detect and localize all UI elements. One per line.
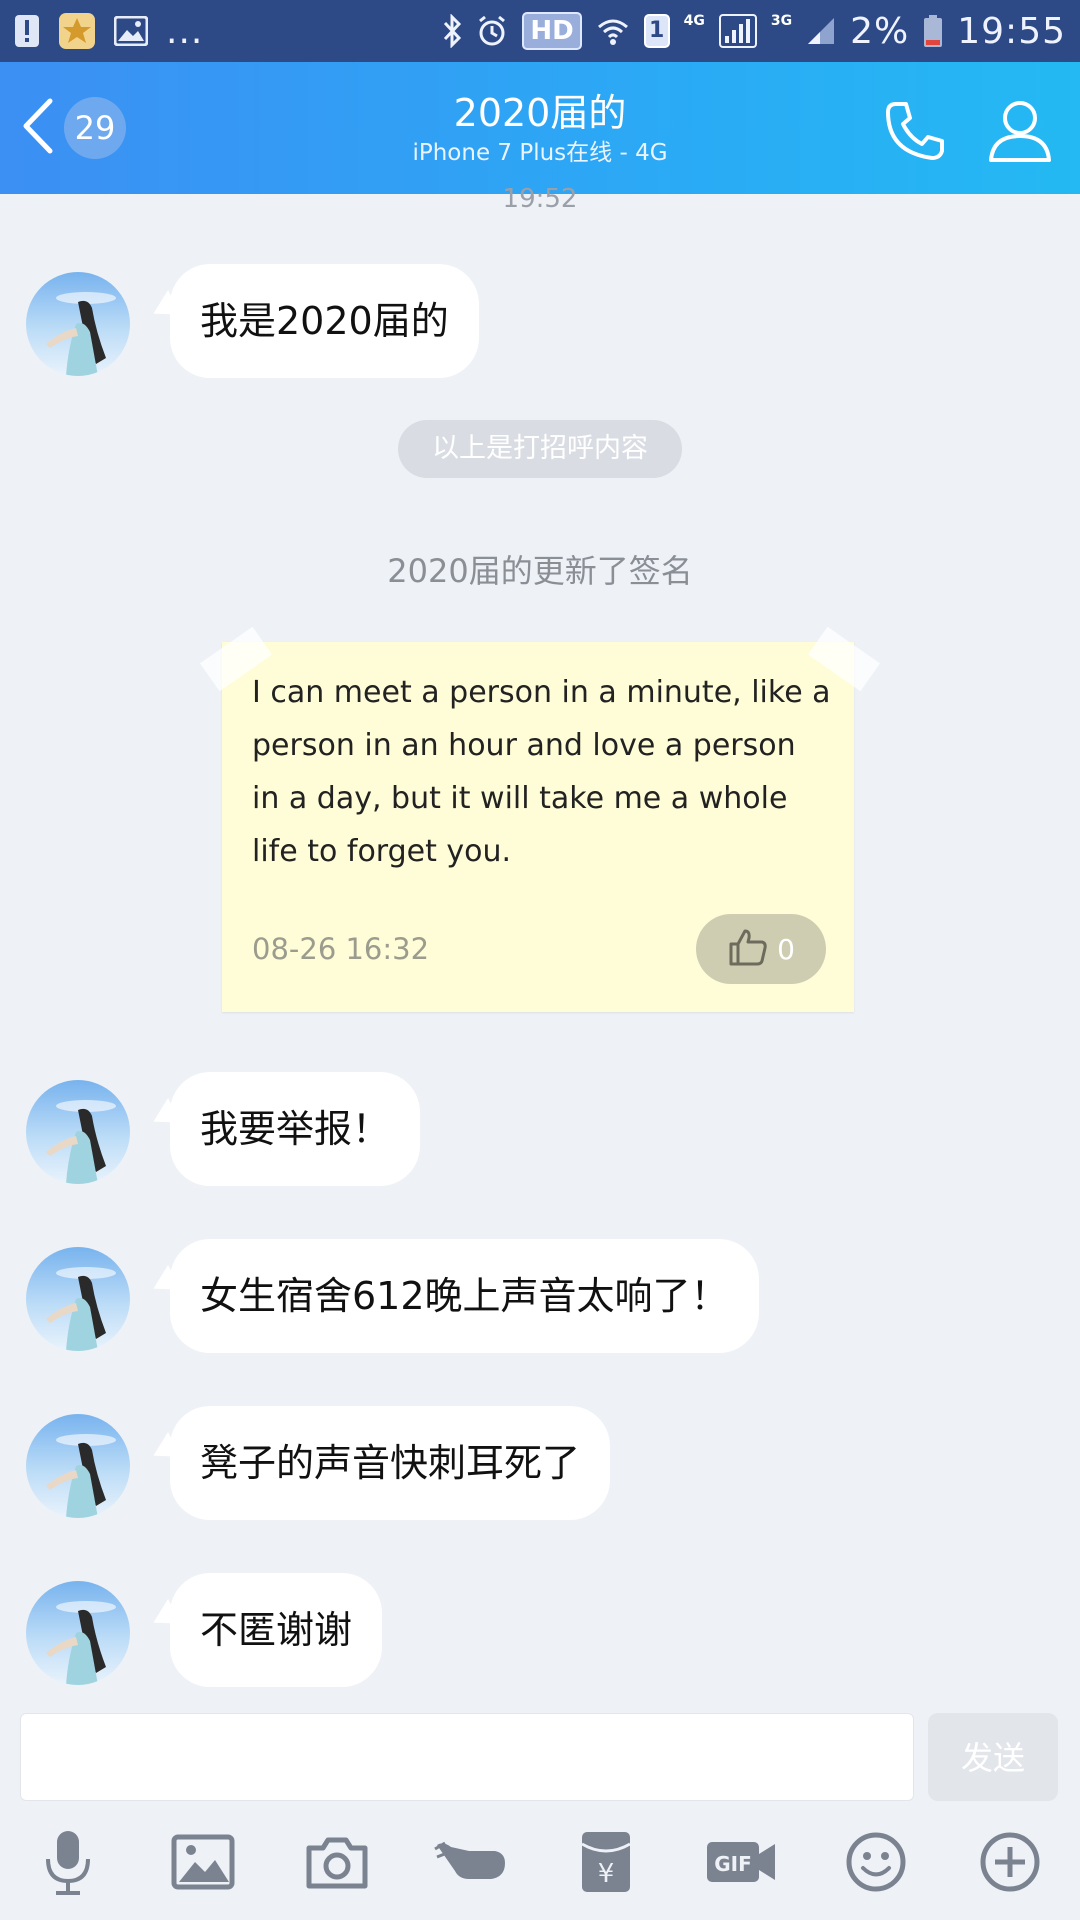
svg-text:¥: ¥ — [598, 1859, 615, 1889]
microphone-icon — [38, 1827, 98, 1901]
voice-input-button[interactable] — [28, 1824, 108, 1904]
chat-header: 29 2020届的 iPhone 7 Plus在线 - 4G — [0, 62, 1080, 194]
message-bubble[interactable]: 我是2020届的 — [170, 264, 479, 378]
gallery-notification-icon — [114, 16, 148, 46]
status-bar: ... HD 1 4G 3G 2% 19:55 — [0, 0, 1080, 62]
avatar[interactable] — [26, 1080, 130, 1184]
emoji-button[interactable] — [836, 1824, 916, 1904]
alert-notification-icon — [14, 14, 40, 48]
bluetooth-icon — [442, 14, 462, 48]
input-toolbar: ¥ GIF — [0, 1818, 1080, 1918]
plus-icon — [979, 1831, 1041, 1897]
gif-icon: GIF — [705, 1838, 777, 1890]
camera-icon — [305, 1834, 369, 1894]
message-bubble[interactable]: 不匿谢谢 — [170, 1573, 383, 1687]
greeting-divider: 以上是打招呼内容 — [398, 420, 682, 478]
network-type-3g: 3G — [770, 13, 793, 29]
phone-icon — [880, 102, 950, 170]
back-button[interactable]: 29 — [20, 92, 140, 164]
message-input[interactable] — [20, 1713, 914, 1801]
signature-note-card[interactable]: I can meet a person in a minute, like a … — [200, 626, 880, 1012]
signature-update-notice: 2020届的更新了签名 — [387, 552, 693, 590]
more-notifications: ... — [166, 10, 204, 52]
hd-voice-badge: HD — [522, 12, 582, 50]
wifi-icon — [596, 14, 630, 48]
sim-slot-badge: 1 — [643, 14, 670, 48]
poke-hand-icon — [433, 1837, 511, 1891]
signal-icon-secondary — [806, 16, 836, 46]
user-profile-icon — [985, 101, 1055, 170]
online-status: iPhone 7 Plus在线 - 4G — [412, 140, 668, 166]
message-bubble[interactable]: 凳子的声音快刺耳死了 — [170, 1406, 611, 1520]
camera-button[interactable] — [297, 1824, 377, 1904]
svg-text:GIF: GIF — [714, 1852, 752, 1876]
clock: 19:55 — [957, 10, 1066, 52]
emoji-icon — [845, 1831, 907, 1897]
poke-button[interactable] — [432, 1824, 512, 1904]
like-button[interactable]: 0 — [696, 914, 826, 984]
alarm-icon — [476, 15, 508, 47]
avatar[interactable] — [26, 272, 130, 376]
red-packet-icon: ¥ — [580, 1830, 632, 1898]
chat-title-block: 2020届的 iPhone 7 Plus在线 - 4G — [240, 90, 840, 168]
message-bubble[interactable]: 我要举报！ — [170, 1072, 421, 1186]
gif-button[interactable]: GIF — [701, 1824, 781, 1904]
battery-icon — [923, 14, 943, 48]
message-timestamp: 19:52 — [502, 184, 578, 214]
signature-text: I can meet a person in a minute, like a … — [252, 675, 831, 869]
avatar[interactable] — [26, 1581, 130, 1685]
more-actions-button[interactable] — [970, 1824, 1050, 1904]
signature-date: 08-26 16:32 — [252, 932, 430, 966]
like-count: 0 — [777, 932, 795, 966]
image-icon — [171, 1834, 235, 1894]
send-button[interactable]: 发送 — [928, 1713, 1058, 1801]
signal-icon — [718, 14, 757, 48]
avatar[interactable] — [26, 1414, 130, 1518]
red-packet-button[interactable]: ¥ — [566, 1824, 646, 1904]
voice-call-button[interactable] — [880, 96, 950, 166]
image-button[interactable] — [163, 1824, 243, 1904]
thumbs-up-icon — [727, 927, 769, 971]
chevron-left-icon — [20, 97, 54, 159]
message-bubble[interactable]: 女生宿舍612晚上声音太响了！ — [170, 1239, 759, 1353]
app-notification-icon — [58, 12, 96, 50]
unread-count-badge: 29 — [64, 97, 126, 159]
chat-title: 2020届的 — [453, 91, 627, 135]
battery-percent: 2% — [850, 10, 910, 52]
profile-button[interactable] — [985, 96, 1055, 166]
avatar[interactable] — [26, 1247, 130, 1351]
network-type-4g: 4G — [683, 13, 705, 29]
